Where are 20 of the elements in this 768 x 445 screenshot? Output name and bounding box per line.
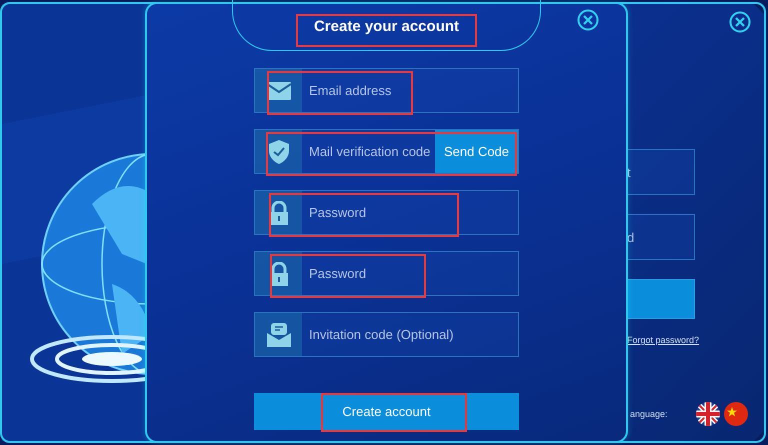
text-input[interactable]: Password [302, 252, 518, 295]
close-icon[interactable] [729, 11, 751, 33]
email-field[interactable]: Email address [254, 68, 519, 113]
shield-check-icon [268, 140, 288, 164]
envelope-message-icon [266, 322, 290, 346]
password-field[interactable]: Password [254, 190, 519, 235]
invite-field[interactable]: Invitation code (Optional) [254, 312, 519, 357]
dialog-title: Create your account [314, 18, 460, 35]
send-code-button[interactable]: Send Code [435, 130, 518, 173]
text-input[interactable]: Mail verification code [302, 130, 435, 173]
create-account-button[interactable]: Create account [254, 393, 519, 430]
password-field[interactable]: Password [254, 251, 519, 296]
code-field[interactable]: Mail verification code Send Code [254, 129, 519, 174]
text-input[interactable]: Email address [302, 69, 518, 112]
flag-icon[interactable] [724, 402, 748, 426]
text-input[interactable]: Invitation code (Optional) [302, 313, 518, 356]
close-icon[interactable] [577, 9, 599, 31]
language-label: anguage: [630, 409, 668, 419]
padlock-icon [268, 200, 288, 224]
text-input[interactable]: Password [302, 191, 518, 234]
